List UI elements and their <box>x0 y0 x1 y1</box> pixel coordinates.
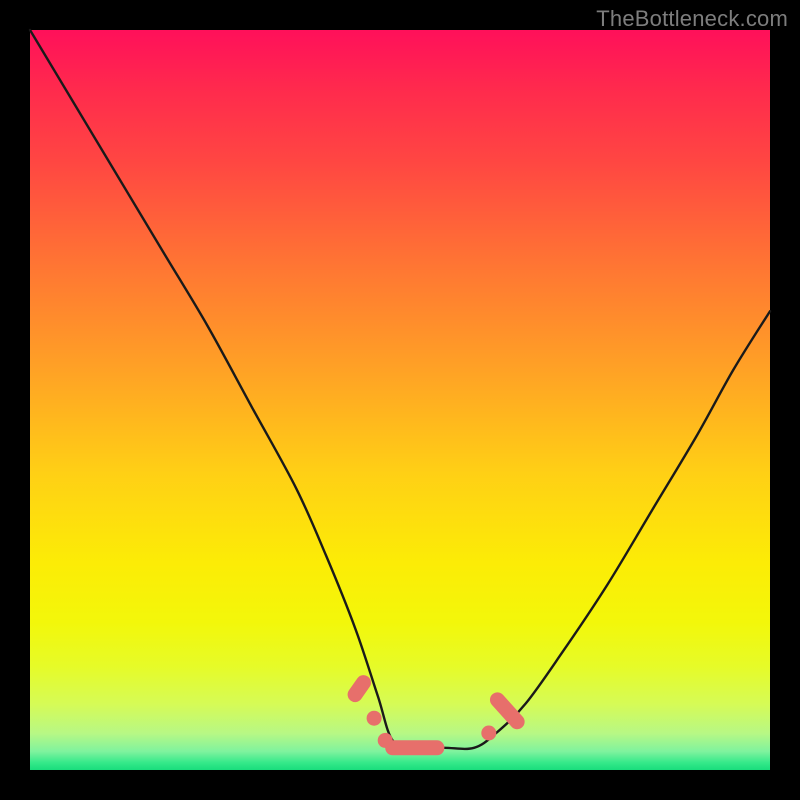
markers-group <box>345 672 528 755</box>
marker-pill <box>487 689 528 732</box>
plot-area <box>30 30 770 770</box>
watermark-label: TheBottleneck.com <box>596 6 788 32</box>
marker-pill <box>385 740 444 755</box>
marker-pill <box>345 672 374 705</box>
marker-dot <box>481 726 496 741</box>
marker-dot <box>367 711 382 726</box>
chart-frame: TheBottleneck.com <box>0 0 800 800</box>
bottleneck-curve <box>30 30 770 749</box>
curve-svg <box>30 30 770 770</box>
